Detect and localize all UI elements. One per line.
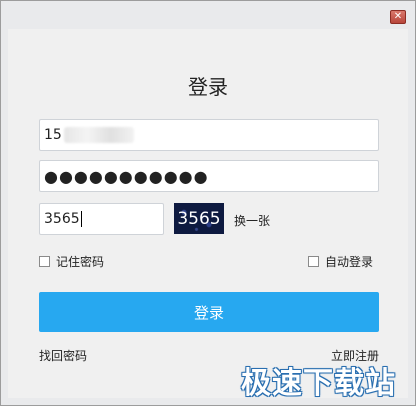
close-icon: ✕ — [393, 11, 403, 22]
text-caret — [80, 211, 82, 227]
login-window: ✕ 登录 15 ●●●●●●●●●●● 3565 3565 换一张 记住密码 自… — [0, 0, 416, 406]
auto-login-label: 自动登录 — [325, 255, 374, 269]
forgot-password-link[interactable]: 找回密码 — [39, 347, 87, 364]
checkbox-icon — [308, 256, 319, 267]
refresh-captcha-link[interactable]: 换一张 — [234, 212, 270, 229]
remember-password-label: 记住密码 — [56, 255, 105, 269]
close-button[interactable]: ✕ — [390, 10, 406, 24]
login-button-label: 登录 — [193, 303, 224, 322]
captcha-input[interactable]: 3565 — [39, 203, 164, 235]
auto-login-checkbox[interactable]: 自动登录 — [308, 253, 373, 270]
password-value: ●●●●●●●●●●● — [44, 166, 209, 186]
captcha-image[interactable]: 3565 — [174, 203, 224, 234]
login-panel: 登录 15 ●●●●●●●●●●● 3565 3565 换一张 记住密码 自动登… — [8, 29, 408, 398]
checkbox-icon — [39, 256, 50, 267]
password-input[interactable]: ●●●●●●●●●●● — [39, 160, 379, 192]
captcha-image-text: 3565 — [177, 208, 221, 229]
remember-password-checkbox[interactable]: 记住密码 — [39, 253, 104, 270]
watermark-logo: 极速下载站 — [241, 366, 396, 401]
redacted-blur — [63, 127, 134, 143]
phone-input[interactable]: 15 — [39, 119, 379, 151]
login-button[interactable]: 登录 — [39, 292, 379, 332]
captcha-input-value: 3565 — [44, 211, 80, 227]
title-bar[interactable]: ✕ — [1, 1, 415, 29]
page-title: 登录 — [188, 75, 228, 99]
phone-value: 15 — [44, 127, 62, 143]
